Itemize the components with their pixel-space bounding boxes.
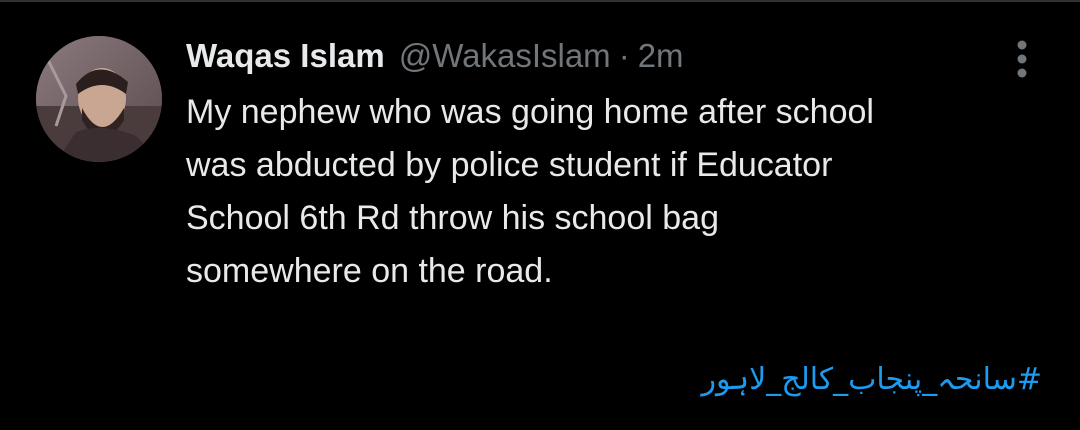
display-name[interactable]: Waqas Islam	[186, 34, 385, 78]
more-options-button[interactable]	[1004, 38, 1040, 80]
more-vertical-icon	[1017, 40, 1027, 78]
tweet-header: Waqas Islam @WakasIslam · 2m	[186, 34, 684, 78]
tweet-card[interactable]: Waqas Islam @WakasIslam · 2m My nephew w…	[0, 0, 1080, 430]
tweet-text: My nephew who was going home after schoo…	[186, 93, 874, 290]
timestamp[interactable]: 2m	[638, 34, 684, 78]
avatar-photo-icon	[36, 36, 162, 162]
hashtag-link[interactable]: #سانحہ_پنجاب_کالج_لاہور	[702, 355, 1042, 405]
avatar[interactable]	[36, 36, 162, 162]
header-separator: ·	[618, 37, 630, 74]
user-handle[interactable]: @WakasIslam	[399, 34, 611, 78]
